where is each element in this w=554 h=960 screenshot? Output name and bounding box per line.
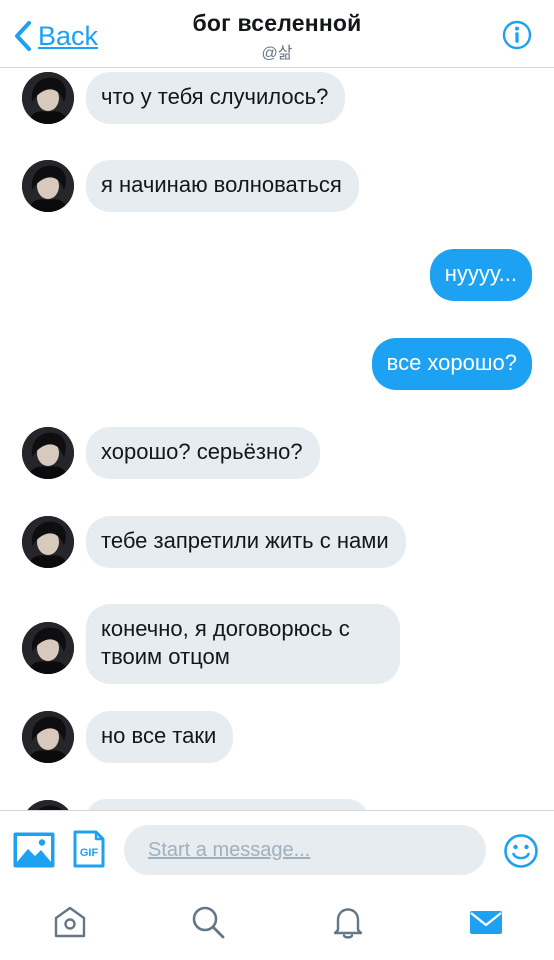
- gif-icon[interactable]: GIF: [72, 829, 106, 869]
- emoji-icon[interactable]: [503, 833, 539, 869]
- image-icon[interactable]: [12, 831, 56, 869]
- message-bubble-incoming[interactable]: я начинаю волноваться: [86, 160, 359, 212]
- svg-text:GIF: GIF: [80, 847, 99, 859]
- mail-icon[interactable]: [468, 904, 504, 940]
- message-bubble-outgoing[interactable]: нуууу...: [429, 249, 532, 301]
- conversation-header: Back бог вселенной @삶: [0, 0, 554, 68]
- avatar[interactable]: [22, 516, 74, 568]
- message-bubble-incoming[interactable]: но все таки: [86, 711, 234, 763]
- message-bubble-incoming[interactable]: хорошо? серьёзно?: [86, 427, 320, 479]
- message-bubble-incoming[interactable]: что у тебя случилось?: [86, 72, 346, 124]
- message-input[interactable]: [124, 825, 486, 875]
- message-bubble-incoming-partial[interactable]: [86, 799, 368, 810]
- avatar[interactable]: [22, 160, 74, 212]
- message-composer: GIF: [0, 810, 554, 888]
- conversation-title: бог вселенной: [192, 10, 362, 36]
- message-bubble-incoming[interactable]: тебе запретили жить с нами: [86, 516, 406, 568]
- message-bubble-outgoing[interactable]: все хорошо?: [371, 338, 532, 390]
- avatar[interactable]: [22, 800, 74, 810]
- avatar[interactable]: [22, 427, 74, 479]
- avatar[interactable]: [22, 711, 74, 763]
- avatar[interactable]: [22, 622, 74, 674]
- message-thread[interactable]: что у тебя случилось? я начинаю волноват…: [0, 68, 554, 810]
- conversation-handle: @삶: [261, 45, 293, 62]
- bottom-tab-bar: [0, 888, 554, 960]
- bell-icon[interactable]: [330, 904, 366, 940]
- avatar[interactable]: [22, 72, 74, 124]
- search-icon[interactable]: [190, 904, 226, 940]
- info-icon[interactable]: [502, 20, 532, 50]
- home-icon[interactable]: [52, 904, 88, 940]
- message-bubble-incoming[interactable]: конечно, я договорюсь с твоим отцом: [86, 604, 400, 684]
- conversation-title-block: бог вселенной @삶: [0, 10, 554, 63]
